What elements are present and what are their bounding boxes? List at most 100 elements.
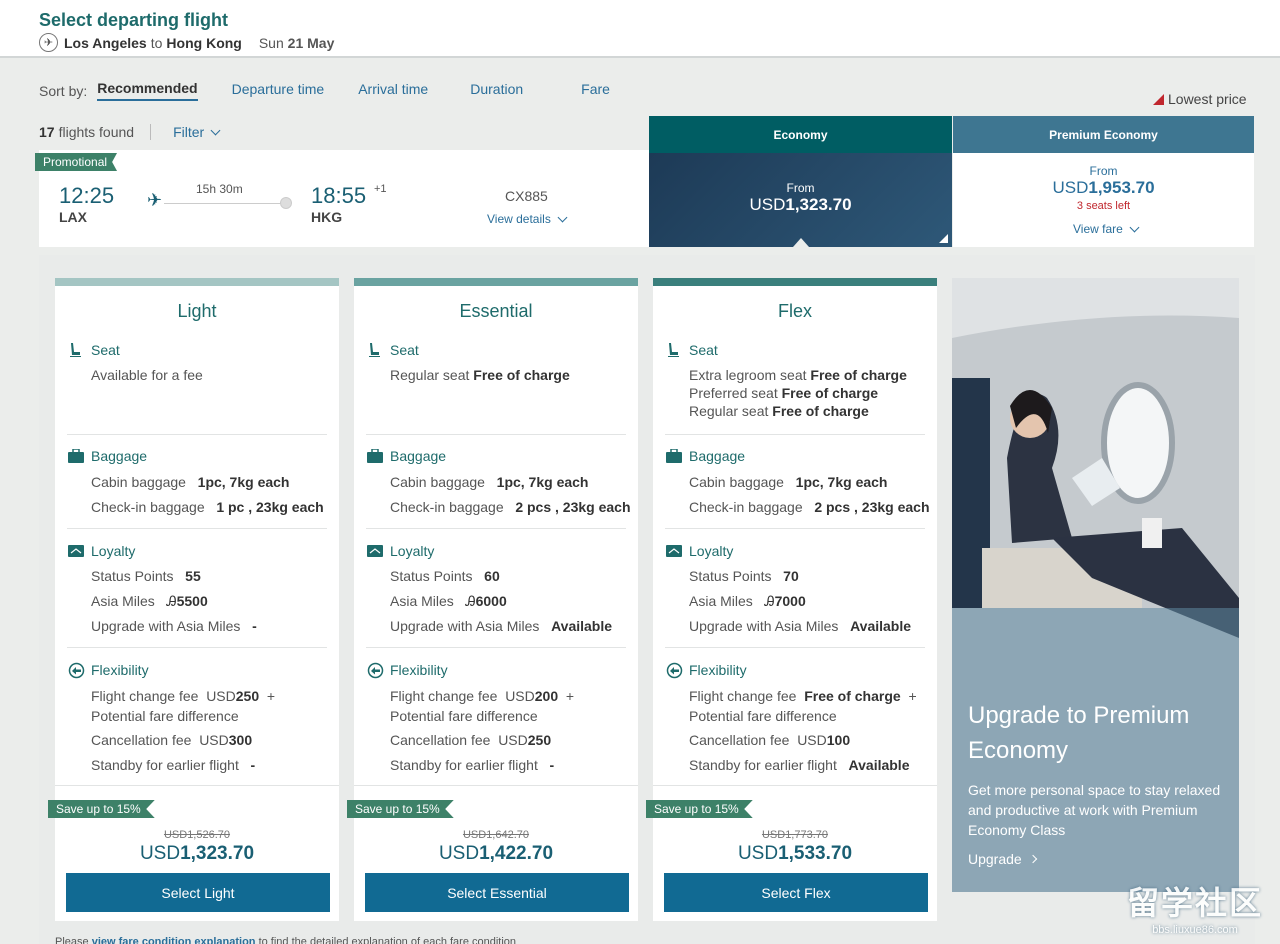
route-summary: ✈ Los Angeles to Hong Kong Sun 21 May <box>39 33 334 52</box>
cancellation-fee-label: Cancellation fee <box>91 732 192 748</box>
original-price: USD1,773.70 <box>761 829 829 841</box>
fare-price-amount: 1,533.70 <box>778 843 853 864</box>
plane-circle-icon: ✈ <box>39 33 58 52</box>
loyalty-card-icon <box>665 543 683 559</box>
status-points-value: 55 <box>185 568 201 584</box>
sort-fare[interactable]: Fare <box>581 81 610 100</box>
sort-recommended[interactable]: Recommended <box>97 80 198 101</box>
flexibility-label: Flexibility <box>91 662 149 678</box>
cabin-baggage: Cabin baggage 1pc, 7kg each <box>390 474 588 490</box>
checkin-baggage: Check-in baggage 2 pcs , 23kg each <box>390 499 631 515</box>
cabin-baggage-label: Cabin baggage <box>91 474 186 490</box>
page-header: Select departing flight ✈ Los Angeles to… <box>0 0 1280 58</box>
lowest-price-corner-icon <box>939 234 948 243</box>
asia-miles: Asia Miles Ꭿ7000 <box>689 593 806 610</box>
fare-name: Flex <box>777 301 812 321</box>
premium-economy-price-cell[interactable]: From USD1,953.70 3 seats left View fare <box>953 153 1254 247</box>
checkin-baggage-label: Check-in baggage <box>689 499 803 515</box>
economy-price-amount: 1,323.70 <box>785 195 852 214</box>
cabin-baggage-label: Cabin baggage <box>390 474 485 490</box>
seat-label: Seat <box>390 342 419 358</box>
divider <box>67 647 327 648</box>
seat-option: Regular seat Free of charge <box>689 403 869 419</box>
seat-icon <box>366 342 384 358</box>
status-points-label: Status Points <box>390 568 473 584</box>
flight-change-fee: Flight change fee USD200 + <box>390 688 574 704</box>
flights-count: 17 <box>39 124 55 140</box>
fare-difference: Potential fare difference <box>689 708 837 724</box>
plus-sign: + <box>565 688 575 704</box>
view-details-link[interactable]: View details <box>487 212 568 226</box>
flight-change-fee: Flight change fee Free of charge + <box>689 688 917 704</box>
standby-label: Standby for earlier flight <box>689 757 837 773</box>
chevron-down-icon <box>557 212 568 222</box>
save-tag: Save up to 15% <box>646 800 753 818</box>
upgrade-title: Upgrade to Premium Economy <box>968 702 1190 764</box>
baggage-icon <box>366 448 384 464</box>
standby: Standby for earlier flight Available <box>689 757 910 773</box>
baggage-label: Baggage <box>689 448 746 464</box>
baggage-icon <box>665 448 683 464</box>
premium-price: USD1,953.70 <box>953 178 1254 198</box>
divider <box>55 785 339 786</box>
flexibility-icon <box>67 662 85 678</box>
divider <box>354 785 638 786</box>
select-essential-button[interactable]: Select Essential <box>365 873 629 912</box>
original-price: USD1,642.70 <box>462 829 530 841</box>
origin-city: Los Angeles <box>64 34 147 51</box>
cabin-baggage-value: 1pc, 7kg each <box>197 474 290 490</box>
cancellation-fee-value: 100 <box>826 732 851 748</box>
flight-number: CX885 <box>505 188 548 204</box>
economy-price-cell[interactable]: From USD1,323.70 <box>649 153 952 247</box>
sort-departure-time[interactable]: Departure time <box>232 81 325 100</box>
divider <box>653 785 937 786</box>
divider <box>366 647 626 648</box>
upgrade-with-miles-value: Available <box>850 618 912 634</box>
results-summary: 17 flights found Filter <box>39 124 221 140</box>
asia-miles-icon: Ꭿ <box>465 593 476 609</box>
select-light-button[interactable]: Select Light <box>66 873 330 912</box>
divider <box>665 647 925 648</box>
cancellation-fee-label: Cancellation fee <box>689 732 790 748</box>
fare-price-currency: USD <box>737 843 779 864</box>
chevron-down-icon <box>1129 222 1140 232</box>
arrival-time: 18:55 <box>311 183 367 208</box>
chevron-down-icon <box>210 125 221 135</box>
sort-arrival-time[interactable]: Arrival time <box>358 81 428 100</box>
fare-card-light: Light Seat Available for a fee Baggage C… <box>48 278 339 921</box>
cabin-header-economy: Economy <box>649 116 952 153</box>
cabin-baggage: Cabin baggage 1pc, 7kg each <box>91 474 289 490</box>
arrival-airport: HKG <box>311 209 343 225</box>
seat-option-value: Free of charge <box>772 403 869 419</box>
standby-value: Available <box>848 757 910 773</box>
fare-condition-link[interactable]: view fare condition explanation <box>92 936 256 944</box>
upgrade-link[interactable]: Upgrade <box>968 851 1037 867</box>
filter-button[interactable]: Filter <box>173 124 221 140</box>
standby-label: Standby for earlier flight <box>390 757 538 773</box>
asia-miles-value: 6000 <box>475 593 507 609</box>
upgrade-description: Get more personal space to stay relaxed … <box>968 782 1221 838</box>
cancellation-fee: Cancellation fee USD300 <box>91 732 252 748</box>
cabin-baggage-value: 1pc, 7kg each <box>496 474 589 490</box>
duration-line <box>164 203 284 204</box>
watermark-logo: 留学社区 bbs.liuxue86.com <box>1115 878 1275 936</box>
fare-name: Light <box>177 301 217 321</box>
loyalty-card-icon <box>67 543 85 559</box>
save-tag: Save up to 15% <box>48 800 155 818</box>
upgrade-with-miles: Upgrade with Asia Miles Available <box>390 618 612 634</box>
upgrade-with-miles-label: Upgrade with Asia Miles <box>91 618 241 634</box>
departure-time: 12:25 <box>59 183 115 208</box>
premium-price-amount: 1,953.70 <box>1088 178 1155 197</box>
page-title: Select departing flight <box>39 10 229 30</box>
upgrade-with-miles-label: Upgrade with Asia Miles <box>390 618 540 634</box>
select-flex-button[interactable]: Select Flex <box>664 873 928 912</box>
fare-card-topbar <box>55 278 339 286</box>
sort-duration[interactable]: Duration <box>470 81 523 100</box>
fare-price: USD1,323.70 <box>55 843 339 865</box>
seat-option-label: Regular seat <box>390 367 470 383</box>
view-fare-link[interactable]: View fare <box>1073 222 1140 236</box>
upgrade-with-miles: Upgrade with Asia Miles - <box>91 618 257 634</box>
cancellation-fee-value: 250 <box>527 732 552 748</box>
asia-miles-icon: Ꭿ <box>764 593 775 609</box>
cancellation-fee: Cancellation fee USD250 <box>390 732 551 748</box>
